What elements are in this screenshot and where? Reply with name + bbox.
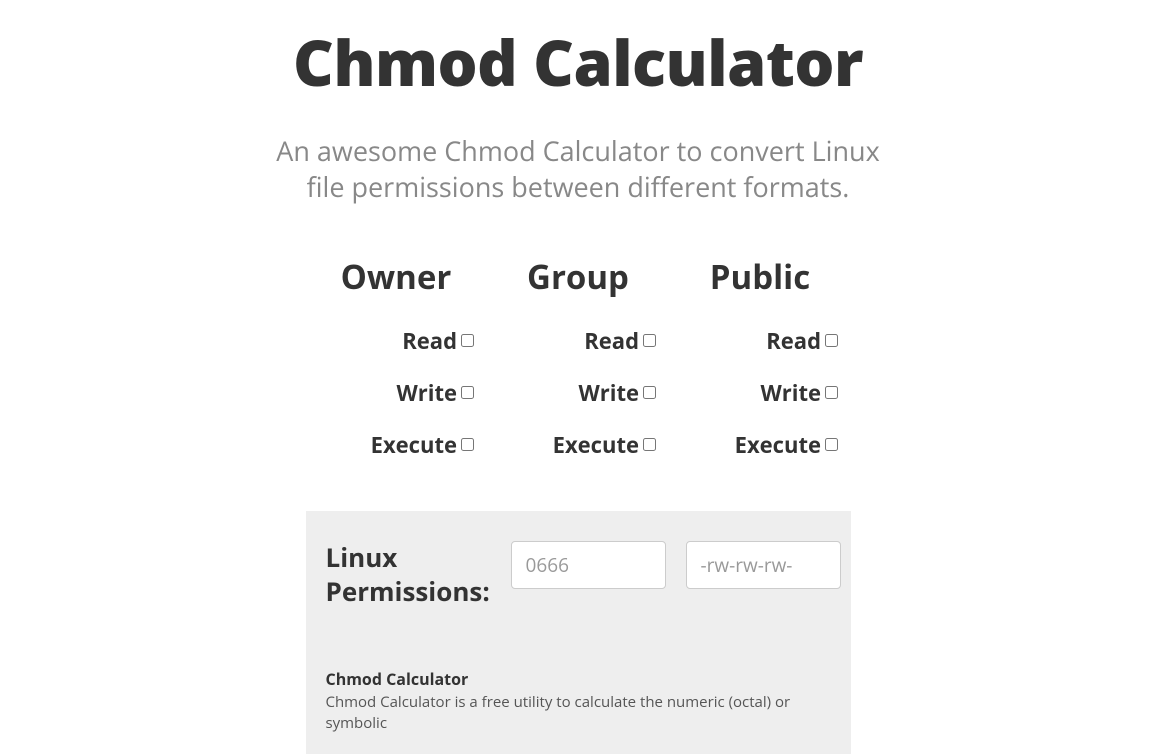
public-write-checkbox[interactable] [825, 386, 838, 399]
owner-read-label: Read [402, 326, 457, 356]
owner-column: Owner Read Write Execute [318, 254, 474, 471]
group-execute-checkbox[interactable] [643, 438, 656, 451]
symbolic-input[interactable] [686, 541, 841, 589]
group-read-checkbox[interactable] [643, 334, 656, 347]
page-subtitle: An awesome Chmod Calculator to convert L… [256, 133, 901, 206]
public-read-label: Read [766, 326, 821, 356]
results-label: Linux Permissions: [326, 541, 491, 609]
public-header: Public [710, 254, 810, 299]
group-write-label: Write [578, 378, 639, 408]
public-execute-checkbox[interactable] [825, 438, 838, 451]
owner-write-label: Write [396, 378, 457, 408]
description-body: Chmod Calculator is a free utility to ca… [326, 692, 831, 734]
group-read-label: Read [584, 326, 639, 356]
public-write-label: Write [760, 378, 821, 408]
owner-read-checkbox[interactable] [461, 334, 474, 347]
owner-execute-label: Execute [371, 430, 457, 460]
owner-execute-checkbox[interactable] [461, 438, 474, 451]
public-column: Public Read Write Execute [682, 254, 838, 471]
description-heading: Chmod Calculator [326, 668, 831, 690]
group-execute-label: Execute [553, 430, 639, 460]
octal-input[interactable] [511, 541, 666, 589]
owner-header: Owner [341, 254, 452, 299]
public-execute-label: Execute [735, 430, 821, 460]
page-title: Chmod Calculator [256, 20, 901, 105]
group-header: Group [527, 254, 629, 299]
results-box: Linux Permissions: Chmod Calculator Chmo… [306, 511, 851, 754]
group-write-checkbox[interactable] [643, 386, 656, 399]
group-column: Group Read Write Execute [500, 254, 656, 471]
description-section: Chmod Calculator Chmod Calculator is a f… [326, 668, 831, 734]
public-read-checkbox[interactable] [825, 334, 838, 347]
owner-write-checkbox[interactable] [461, 386, 474, 399]
permissions-grid: Owner Read Write Execute Group Read Writ… [308, 254, 848, 471]
